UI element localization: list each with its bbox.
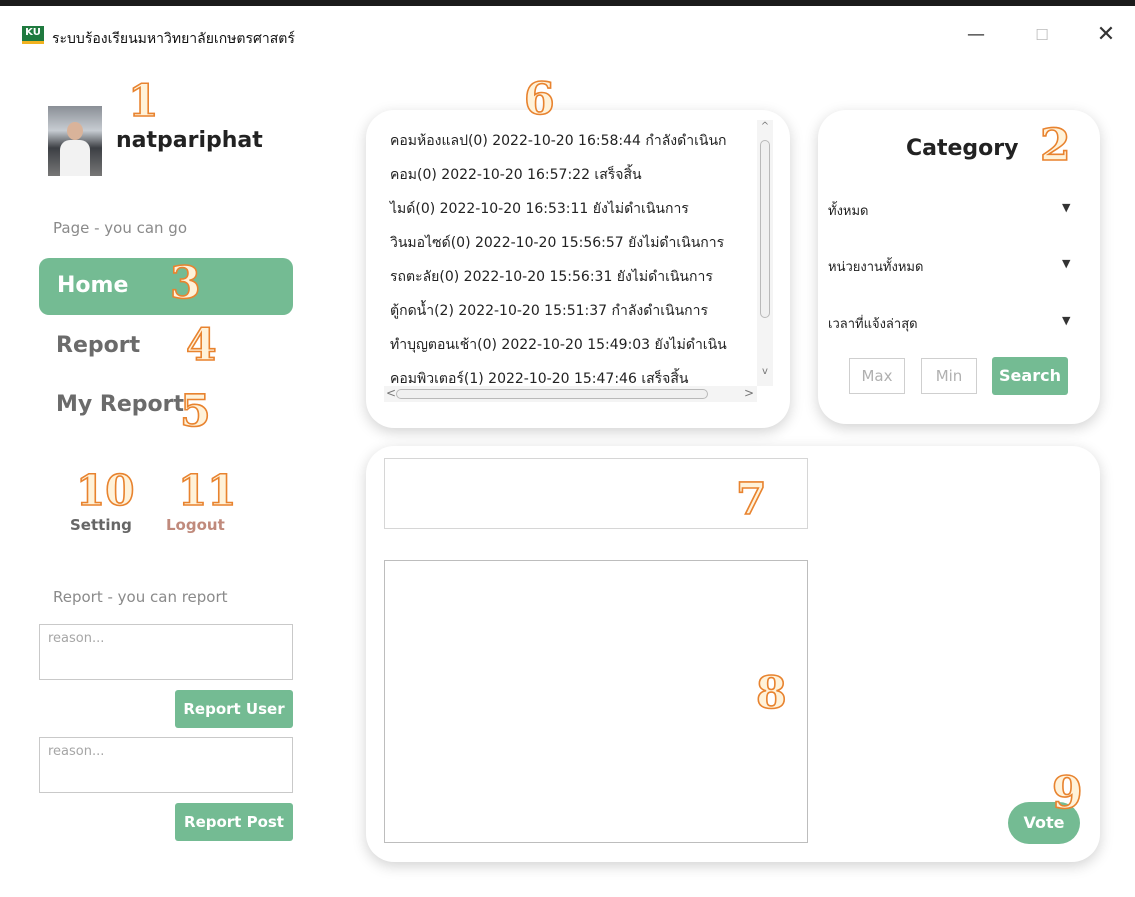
nav-home-button[interactable]: Home xyxy=(39,258,293,315)
window-title: ระบบร้องเรียนมหาวิทยาลัยเกษตรศาสตร์ xyxy=(52,31,295,47)
horizontal-scroll-thumb[interactable] xyxy=(396,389,708,399)
chevron-down-icon[interactable]: ▼ xyxy=(1062,257,1070,270)
scroll-down-arrow-icon[interactable]: v xyxy=(757,366,773,377)
annotation-number: 4 xyxy=(185,320,217,371)
list-item[interactable]: รถตะลัย(0) 2022-10-20 15:56:31 ยังไม่ดำเ… xyxy=(390,266,713,288)
annotation-number: 1 xyxy=(127,76,159,127)
nav-report-button[interactable]: Report xyxy=(56,333,140,358)
scroll-left-arrow-icon[interactable]: < xyxy=(386,386,396,400)
avatar-head xyxy=(67,122,83,140)
annotation-number: 2 xyxy=(1039,120,1071,171)
annotation-number: 7 xyxy=(735,474,767,525)
category-title: Category xyxy=(906,136,1019,161)
list-item[interactable]: ทำบุญตอนเช้า(0) 2022-10-20 15:49:03 ยังไ… xyxy=(390,334,727,356)
annotation-number: 10 xyxy=(75,466,135,515)
list-item[interactable]: ไมด์(0) 2022-10-20 16:53:11 ยังไม่ดำเนิน… xyxy=(390,198,689,220)
scroll-right-arrow-icon[interactable]: > xyxy=(744,386,754,400)
report-user-reason-input[interactable] xyxy=(39,624,293,680)
annotation-number: 3 xyxy=(169,258,201,309)
report-user-button[interactable]: Report User xyxy=(175,690,293,728)
sort-dropdown[interactable]: เวลาที่แจ้งล่าสุด xyxy=(828,313,918,334)
ku-logo-icon: KU xyxy=(22,26,44,44)
list-item[interactable]: คอม(0) 2022-10-20 16:57:22 เสร็จสิ้น xyxy=(390,164,642,186)
scroll-up-arrow-icon[interactable]: ^ xyxy=(757,121,773,132)
annotation-number: 11 xyxy=(177,466,237,515)
annotation-number: 8 xyxy=(755,668,787,719)
minimize-button[interactable]: — xyxy=(956,20,996,50)
min-input[interactable] xyxy=(921,358,977,394)
chevron-down-icon[interactable]: ▼ xyxy=(1062,314,1070,327)
avatar-body xyxy=(60,140,90,176)
report-section-label: Report - you can report xyxy=(53,588,228,606)
status-dropdown[interactable]: ทั้งหมด xyxy=(828,200,869,221)
annotation-number: 6 xyxy=(523,74,555,125)
department-dropdown[interactable]: หน่วยงานทั้งหมด xyxy=(828,256,923,277)
chevron-down-icon[interactable]: ▼ xyxy=(1062,201,1070,214)
report-post-reason-input[interactable] xyxy=(39,737,293,793)
nav-my-report-button[interactable]: My Report xyxy=(56,392,184,417)
max-input[interactable] xyxy=(849,358,905,394)
page-section-label: Page - you can go xyxy=(53,219,188,237)
username: natpariphat xyxy=(116,128,263,153)
list-item[interactable]: คอมห้องแลป(0) 2022-10-20 16:58:44 กำลังด… xyxy=(390,130,727,152)
report-listbox[interactable]: คอมห้องแลป(0) 2022-10-20 16:58:44 กำลังด… xyxy=(384,120,773,404)
report-content-field[interactable] xyxy=(384,560,808,843)
setting-link[interactable]: Setting xyxy=(70,516,132,534)
maximize-button[interactable]: ☐ xyxy=(1022,20,1062,50)
avatar xyxy=(48,106,102,176)
report-post-button[interactable]: Report Post xyxy=(175,803,293,841)
annotation-number: 9 xyxy=(1051,768,1083,819)
search-button[interactable]: Search xyxy=(992,357,1068,395)
annotation-number: 5 xyxy=(179,386,211,437)
list-item[interactable]: วินมอไซด์(0) 2022-10-20 15:56:57 ยังไม่ด… xyxy=(390,232,724,254)
close-button[interactable]: ✕ xyxy=(1086,20,1126,50)
logout-link[interactable]: Logout xyxy=(166,516,225,534)
list-item[interactable]: ตู้กดน้ำ(2) 2022-10-20 15:51:37 กำลังดำเ… xyxy=(390,300,708,322)
vertical-scroll-thumb[interactable] xyxy=(760,140,770,318)
